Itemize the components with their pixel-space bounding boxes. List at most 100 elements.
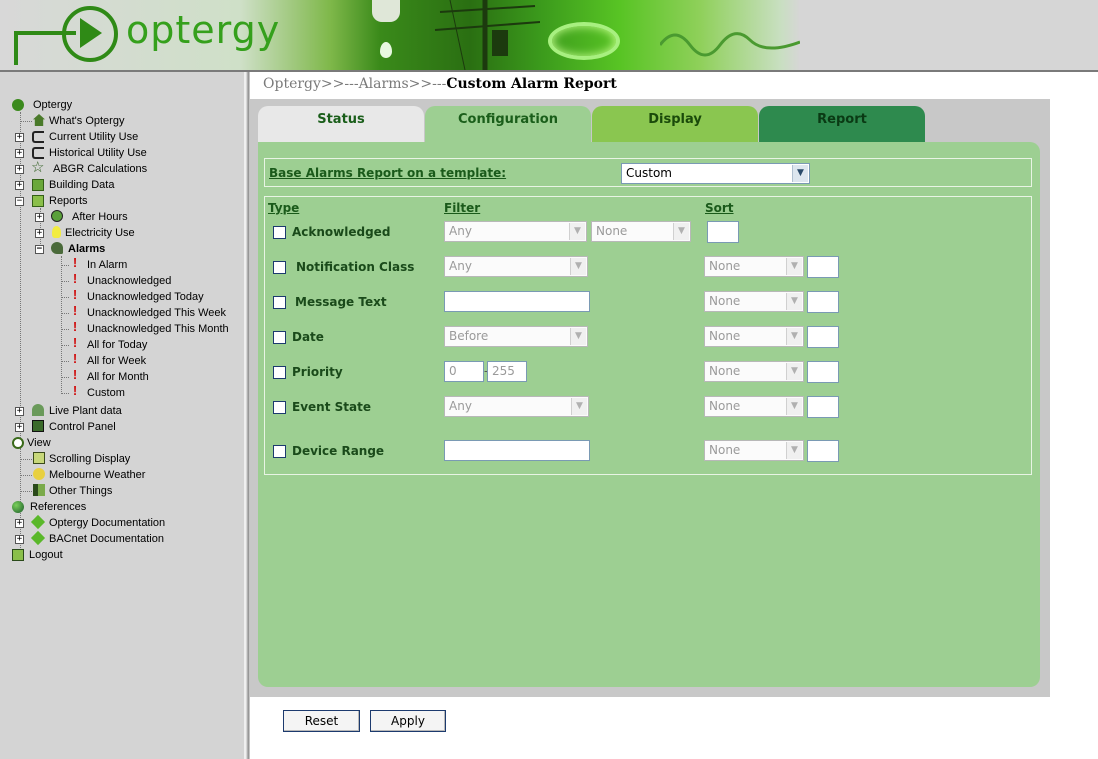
acknowledged-filter2-select[interactable]: None ▼ bbox=[591, 221, 691, 242]
notification-class-checkbox[interactable] bbox=[273, 261, 286, 274]
date-filter-select[interactable]: Before ▼ bbox=[444, 326, 588, 347]
event-state-sort-order[interactable] bbox=[807, 396, 839, 418]
notification-class-sort-select[interactable]: None ▼ bbox=[704, 256, 804, 277]
event-state-sort-select[interactable]: None ▼ bbox=[704, 396, 804, 417]
lightbulb-icon bbox=[52, 226, 61, 238]
event-state-label: Event State bbox=[292, 400, 371, 414]
tree-line bbox=[61, 256, 62, 392]
message-text-label: Message Text bbox=[295, 295, 387, 309]
chevron-down-icon[interactable]: ▼ bbox=[786, 328, 802, 345]
device-range-sort-select[interactable]: None ▼ bbox=[704, 440, 804, 461]
breadcrumb-current: Custom Alarm Report bbox=[446, 76, 617, 92]
chevron-down-icon[interactable]: ▼ bbox=[786, 442, 802, 459]
acknowledged-checkbox[interactable] bbox=[273, 226, 286, 239]
priority-label: Priority bbox=[292, 365, 343, 379]
message-text-checkbox[interactable] bbox=[273, 296, 286, 309]
globe-icon bbox=[12, 501, 24, 513]
template-select[interactable]: Custom ▼ bbox=[621, 163, 810, 184]
message-text-input[interactable] bbox=[444, 291, 590, 312]
tab-status[interactable]: Status bbox=[258, 106, 424, 142]
banner-image: optergy bbox=[0, 0, 800, 70]
column-header-type[interactable]: Type bbox=[268, 201, 299, 215]
chevron-down-icon[interactable]: ▼ bbox=[792, 165, 808, 182]
power-pole-image bbox=[434, 0, 540, 70]
priority-checkbox[interactable] bbox=[273, 366, 286, 379]
priority-max-input[interactable]: 255 bbox=[487, 361, 527, 382]
expand-icon[interactable]: + bbox=[15, 149, 24, 158]
chevron-down-icon[interactable]: ▼ bbox=[673, 223, 689, 240]
expand-icon[interactable]: + bbox=[15, 407, 24, 416]
collapse-icon[interactable]: − bbox=[15, 197, 24, 206]
weather-icon bbox=[33, 468, 45, 480]
chevron-down-icon[interactable]: ▼ bbox=[786, 363, 802, 380]
expand-icon[interactable]: + bbox=[15, 181, 24, 190]
template-label[interactable]: Base Alarms Report on a template: bbox=[269, 166, 506, 180]
exclamation-icon: ! bbox=[72, 383, 78, 398]
chevron-down-icon[interactable]: ▼ bbox=[571, 398, 587, 415]
logo-triangle bbox=[80, 18, 102, 48]
exclamation-icon: ! bbox=[72, 367, 78, 382]
priority-min-input[interactable]: 0 bbox=[444, 361, 484, 382]
chevron-down-icon[interactable]: ▼ bbox=[570, 328, 586, 345]
chevron-down-icon[interactable]: ▼ bbox=[786, 258, 802, 275]
date-sort-order[interactable] bbox=[807, 326, 839, 348]
exclamation-icon: ! bbox=[72, 255, 78, 270]
chevron-down-icon[interactable]: ▼ bbox=[570, 258, 586, 275]
reset-button[interactable]: Reset bbox=[283, 710, 360, 732]
notification-class-label: Notification Class bbox=[296, 260, 415, 274]
expand-icon[interactable]: + bbox=[15, 519, 24, 528]
expand-icon[interactable]: + bbox=[35, 213, 44, 222]
plug-icon bbox=[32, 131, 44, 143]
control-panel-icon bbox=[32, 420, 44, 432]
expand-icon[interactable]: + bbox=[15, 535, 24, 544]
event-state-filter-select[interactable]: Any ▼ bbox=[444, 396, 589, 417]
template-select-value: Custom bbox=[626, 166, 672, 180]
tab-display[interactable]: Display bbox=[592, 106, 758, 142]
alarm-bell-icon bbox=[51, 242, 63, 254]
folder-icon bbox=[32, 179, 44, 191]
chevron-down-icon[interactable]: ▼ bbox=[569, 223, 585, 240]
device-range-label: Device Range bbox=[292, 444, 385, 458]
acknowledged-label: Acknowledged bbox=[292, 225, 391, 239]
optergy-logo-icon bbox=[12, 99, 24, 111]
priority-sort-select[interactable]: None ▼ bbox=[704, 361, 804, 382]
header-banner: optergy bbox=[0, 0, 1098, 70]
plug-icon bbox=[32, 147, 44, 159]
plant-icon bbox=[32, 404, 44, 416]
expand-icon[interactable]: + bbox=[15, 423, 24, 432]
acknowledged-filter-select[interactable]: Any ▼ bbox=[444, 221, 587, 242]
date-checkbox[interactable] bbox=[273, 331, 286, 344]
event-state-checkbox[interactable] bbox=[273, 401, 286, 414]
chart-icon bbox=[33, 484, 45, 496]
collapse-icon[interactable]: − bbox=[35, 245, 44, 254]
chevron-down-icon[interactable]: ▼ bbox=[786, 398, 802, 415]
expand-icon[interactable]: + bbox=[15, 133, 24, 142]
column-header-filter[interactable]: Filter bbox=[444, 201, 480, 215]
exclamation-icon: ! bbox=[72, 287, 78, 302]
expand-icon[interactable]: + bbox=[35, 229, 44, 238]
device-range-input[interactable] bbox=[444, 440, 590, 461]
exclamation-icon: ! bbox=[72, 319, 78, 334]
breadcrumb-path[interactable]: Optergy>>---Alarms>>--- bbox=[263, 76, 446, 92]
open-folder-icon bbox=[32, 195, 44, 207]
notification-class-sort-order[interactable] bbox=[807, 256, 839, 278]
device-range-checkbox[interactable] bbox=[273, 445, 286, 458]
tab-report[interactable]: Report bbox=[759, 106, 925, 142]
priority-sort-order[interactable] bbox=[807, 361, 839, 383]
exclamation-icon: ! bbox=[72, 271, 78, 286]
tab-configuration[interactable]: Configuration bbox=[425, 106, 591, 144]
message-text-sort-select[interactable]: None ▼ bbox=[704, 291, 804, 312]
notification-class-filter-select[interactable]: Any ▼ bbox=[444, 256, 588, 277]
column-header-sort[interactable]: Sort bbox=[705, 201, 734, 215]
acknowledged-sort-order[interactable] bbox=[707, 221, 739, 243]
wave-image bbox=[660, 32, 800, 57]
apply-button[interactable]: Apply bbox=[370, 710, 446, 732]
chevron-down-icon[interactable]: ▼ bbox=[786, 293, 802, 310]
expand-icon[interactable]: + bbox=[15, 165, 24, 174]
logo-line-vertical bbox=[14, 31, 18, 65]
message-text-sort-order[interactable] bbox=[807, 291, 839, 313]
date-sort-select[interactable]: None ▼ bbox=[704, 326, 804, 347]
exclamation-icon: ! bbox=[72, 303, 78, 318]
gas-flame-image bbox=[548, 22, 620, 60]
device-range-sort-order[interactable] bbox=[807, 440, 839, 462]
